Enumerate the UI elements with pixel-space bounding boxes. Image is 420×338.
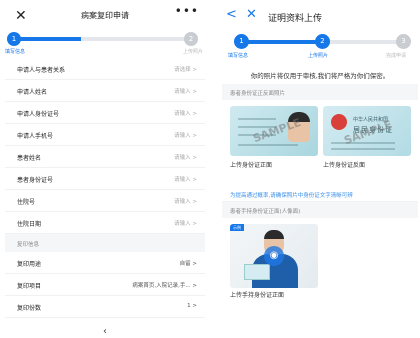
step-2-indicator: 2 [184,32,198,46]
card-text-line [238,144,298,146]
clarity-warning: 为提高通过概率,请确保照片中身份证文字清晰可辨 [222,186,418,202]
step-1-label: 填写信息 [5,49,26,55]
handheld-id-upload[interactable]: 示例 ◉ [230,224,318,288]
id-back-caption: 上传身份证反面 [323,162,366,169]
handheld-caption: 上传手持身份证正面 [230,292,285,299]
progress-stepper: 1 2 3 填写信息 上传照片 完成申请 [222,32,418,62]
form-row-applicant-name[interactable]: 申请人姓名 请输入 > [5,80,205,102]
row-value[interactable]: 请输入 > [174,175,197,183]
step-1-indicator: 1 [7,32,21,46]
handheld-section-title: 患者手持身份证正面(人像面) [222,202,418,218]
form-row-copy-items[interactable]: 复印项目 病案首页,入院记录,手... > [5,274,205,296]
step-2-indicator: 2 [315,34,330,49]
row-value[interactable]: 请输入 > [174,131,197,139]
applicant-section: 申请人与患者关系 请选择 > 申请人姓名 请输入 > 申请人身份证号 请输入 >… [5,58,205,234]
form-row-admission-date[interactable]: 住院日期 请输入 > [5,212,205,234]
row-label: 患者姓名 [17,155,42,162]
progress-track-inactive [324,40,404,44]
row-label: 申请人身份证号 [17,111,60,118]
form-row-admission-no[interactable]: 住院号 请输入 > [5,190,205,212]
row-value[interactable]: 请输入 > [174,109,197,117]
card-text-line [331,148,395,150]
progress-track-active [15,37,81,41]
id-card-uploads: SAMPLE 中华人民共和国 居民身份证 SAMPLE 上传身份证正面 上传身份… [222,100,418,186]
card-text-line [238,118,276,120]
document-upload-screen: < ✕ 证明资料上传 1 2 3 填写信息 上传照片 完成申请 你的照片将仅用于… [222,0,418,338]
handheld-id-upload-area: 示例 ◉ [222,218,418,288]
row-label: 住院日期 [17,221,42,228]
person-hair [264,230,284,239]
id-card-section-title: 患者身份证正反面照片 [222,84,418,100]
form-row-applicant-id[interactable]: 申请人身份证号 请输入 > [5,102,205,124]
form-row-applicant-phone[interactable]: 申请人手机号 请输入 > [5,124,205,146]
application-form-screen: ✕ 病案复印申请 ••• 1 2 填写信息 上传照片 申请人与患者关系 请选择 … [5,0,205,338]
id-front-caption: 上传身份证正面 [230,162,273,169]
progress-track-active [240,40,324,44]
row-label: 申请人手机号 [17,133,54,140]
row-value[interactable]: 自留 > [180,259,197,267]
row-value[interactable]: 1 > [187,303,197,309]
step-1-indicator: 1 [234,34,249,49]
step-3-indicator: 3 [396,34,411,49]
id-front-upload[interactable]: SAMPLE [230,106,318,156]
form-row-relation[interactable]: 申请人与患者关系 请选择 > [5,58,205,80]
privacy-notice: 你的照片将仅用于审核,我们将严格为你们保密。 [250,72,390,80]
close-icon[interactable]: ✕ [246,7,257,23]
row-value[interactable]: 病案首页,入院记录,手... > [132,281,197,289]
progress-stepper: 1 2 填写信息 上传照片 [5,32,205,58]
page-title: 证明资料上传 [268,14,323,24]
row-label: 复印项目 [17,283,42,290]
row-label: 患者身份证号 [17,177,54,184]
header: ✕ 病案复印申请 ••• [5,0,205,32]
row-label: 申请人与患者关系 [17,67,66,74]
row-label: 申请人姓名 [17,89,48,96]
national-emblem-icon [331,114,347,130]
copy-section: 复印用途 自留 > 复印项目 病案首页,入院记录,手... > 复印份数 1 > [5,252,205,318]
row-value[interactable]: 请输入 > [174,87,197,95]
form-row-patient-name[interactable]: 患者姓名 请输入 > [5,146,205,168]
step-2-label: 上传照片 [182,49,203,55]
row-value[interactable]: 请选择 > [174,65,197,73]
header: < ✕ 证明资料上传 [222,0,418,32]
step-3-label: 完成申请 [386,53,407,59]
id-back-upload[interactable]: 中华人民共和国 居民身份证 SAMPLE [323,106,411,156]
step-2-label: 上传照片 [308,53,329,59]
row-value[interactable]: 请输入 > [174,219,197,227]
row-label: 复印份数 [17,305,42,312]
row-label: 复印用途 [17,261,42,268]
progress-track-inactive [81,37,185,41]
back-icon[interactable]: < [226,8,237,22]
row-value[interactable]: 请输入 > [174,153,197,161]
camera-icon[interactable]: ◉ [264,246,284,266]
more-icon[interactable]: ••• [175,4,199,18]
back-chevron-icon[interactable]: ‹ [5,326,205,338]
held-id-card [244,264,270,280]
form-row-copy-count[interactable]: 复印份数 1 > [5,296,205,318]
example-badge: 示例 [230,224,244,231]
form-row-patient-id[interactable]: 患者身份证号 请输入 > [5,168,205,190]
row-value[interactable]: 请输入 > [174,197,197,205]
step-1-label: 填写信息 [228,53,249,59]
copy-info-section-title: 复印信息 [5,234,205,252]
row-label: 住院号 [17,199,36,206]
card-text-line [331,142,395,144]
form-row-copy-purpose[interactable]: 复印用途 自留 > [5,252,205,274]
